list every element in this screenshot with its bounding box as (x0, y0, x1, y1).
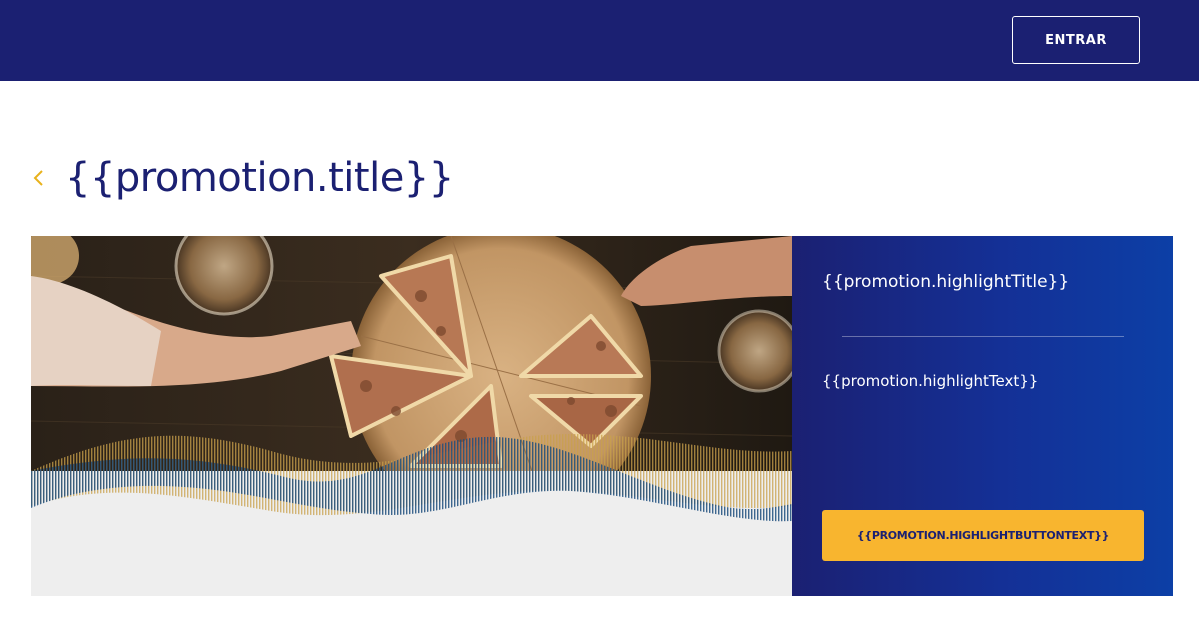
highlight-divider (842, 336, 1124, 337)
promotion-banner-image (31, 236, 792, 596)
promotion-highlight-panel: {{promotion.highlightTitle}} {{promotion… (792, 236, 1173, 596)
top-navbar: ENTRAR (0, 0, 1199, 81)
page-title: {{promotion.title}} (65, 155, 454, 201)
highlight-cta-button[interactable]: {{PROMOTION.HIGHLIGHTBUTTONTEXT}} (822, 510, 1144, 561)
login-button[interactable]: ENTRAR (1012, 16, 1140, 64)
highlight-title: {{promotion.highlightTitle}} (822, 272, 1070, 292)
back-button[interactable] (24, 162, 52, 194)
highlight-text: {{promotion.highlightText}} (822, 372, 1039, 390)
chevron-left-icon (33, 170, 43, 186)
